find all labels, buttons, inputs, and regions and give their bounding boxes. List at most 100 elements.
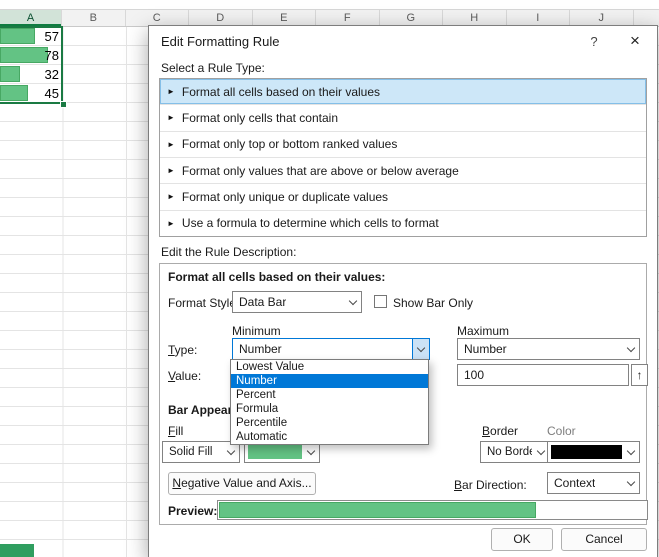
border-label: Border bbox=[482, 424, 519, 438]
rule-type-label: Format only cells that contain bbox=[181, 110, 338, 125]
dropdown-option-automatic[interactable]: Automatic bbox=[231, 430, 428, 444]
cell-a1[interactable]: 57 bbox=[0, 27, 62, 46]
border-style-combo[interactable]: No Border bbox=[480, 441, 550, 463]
chevron-down-icon bbox=[345, 292, 361, 312]
column-header-g[interactable]: G bbox=[380, 10, 443, 26]
border-color-label: Color bbox=[547, 424, 576, 438]
fill-style-combo[interactable]: Solid Fill bbox=[162, 441, 240, 463]
negative-value-axis-button[interactable]: Negative Value and Axis... bbox=[168, 472, 316, 495]
rule-item-arrow-icon: ► bbox=[167, 139, 175, 149]
type-label: Type: bbox=[168, 343, 198, 357]
rule-item-arrow-icon: ► bbox=[167, 192, 175, 202]
fill-style-value: Solid Fill bbox=[169, 446, 213, 458]
formula-bar-edge bbox=[0, 0, 659, 10]
fill-color-swatch bbox=[248, 445, 302, 459]
format-style-label: Format Style: bbox=[168, 296, 240, 310]
bar-direction-label: Bar Direction: bbox=[454, 478, 527, 492]
dropdown-option-formula[interactable]: Formula bbox=[231, 402, 428, 416]
edit-formatting-rule-dialog: Edit Formatting Rule ? × Select a Rule T… bbox=[148, 25, 658, 557]
column-header-d[interactable]: D bbox=[189, 10, 253, 26]
rule-item-arrow-icon: ► bbox=[167, 166, 175, 176]
help-icon[interactable]: ? bbox=[575, 34, 613, 49]
chevron-down-icon bbox=[303, 442, 319, 462]
fill-handle[interactable] bbox=[60, 101, 67, 108]
cell-value: 57 bbox=[44, 29, 59, 44]
fill-label: Fill bbox=[168, 424, 184, 438]
column-header-e[interactable]: E bbox=[253, 10, 316, 26]
bottom-left-green-fragment bbox=[0, 544, 34, 557]
dropdown-option-number-selected[interactable]: Number bbox=[231, 374, 428, 388]
column-header-c[interactable]: C bbox=[126, 10, 189, 26]
cell-value: 32 bbox=[44, 67, 59, 82]
data-bar bbox=[0, 85, 28, 101]
column-header-j[interactable]: J bbox=[570, 10, 634, 26]
rule-type-item[interactable]: ► Format only cells that contain bbox=[160, 105, 646, 132]
cancel-button[interactable]: Cancel bbox=[561, 528, 647, 551]
collapse-dialog-button[interactable]: ↑ bbox=[631, 364, 648, 386]
column-header-a[interactable]: A bbox=[0, 10, 62, 26]
data-bar bbox=[0, 28, 36, 44]
rule-type-item[interactable]: ► Use a formula to determine which cells… bbox=[160, 211, 646, 236]
column-header-i[interactable]: I bbox=[507, 10, 570, 26]
rule-type-label: Use a formula to determine which cells t… bbox=[181, 216, 439, 231]
maximum-type-value: Number bbox=[464, 342, 507, 356]
minimum-column-label: Minimum bbox=[232, 324, 281, 338]
show-bar-only-checkbox[interactable] bbox=[374, 295, 387, 308]
dropdown-option-percentile[interactable]: Percentile bbox=[231, 416, 428, 430]
select-rule-type-label: Select a Rule Type: bbox=[161, 61, 265, 75]
rule-type-label: Format only values that are above or bel… bbox=[181, 163, 459, 178]
rule-type-item-selected[interactable]: ► Format all cells based on their values bbox=[160, 79, 646, 106]
dropdown-option-percent[interactable]: Percent bbox=[231, 388, 428, 402]
bar-direction-combo[interactable]: Context bbox=[547, 472, 640, 494]
format-style-value: Data Bar bbox=[239, 295, 287, 309]
format-style-combo[interactable]: Data Bar bbox=[232, 291, 362, 313]
chevron-down-icon bbox=[623, 473, 639, 493]
description-heading: Format all cells based on their values: bbox=[168, 270, 386, 284]
rule-type-label: Format all cells based on their values bbox=[181, 84, 381, 99]
rule-type-item[interactable]: ► Format only top or bottom ranked value… bbox=[160, 132, 646, 158]
rule-type-label: Format only unique or duplicate values bbox=[181, 189, 389, 204]
cell-a2[interactable]: 78 bbox=[0, 46, 62, 65]
maximum-value-input[interactable]: 100 bbox=[457, 364, 629, 386]
dropdown-option-lowest-value[interactable]: Lowest Value bbox=[231, 360, 428, 374]
preview-data-bar bbox=[219, 502, 537, 518]
cell-a4[interactable]: 45 bbox=[0, 84, 62, 103]
data-bar bbox=[0, 66, 20, 82]
maximum-type-combo[interactable]: Number bbox=[457, 338, 640, 360]
cell-a3[interactable]: 32 bbox=[0, 65, 62, 84]
minimum-type-value: Number bbox=[239, 342, 282, 356]
dialog-titlebar[interactable]: Edit Formatting Rule ? × bbox=[149, 26, 657, 56]
excel-window: A B C D E F G H I J 57 78 32 45 Edit For… bbox=[0, 0, 659, 557]
value-label: Value: bbox=[168, 369, 202, 383]
border-color-swatch bbox=[551, 445, 622, 459]
cell-value: 78 bbox=[44, 48, 59, 63]
rule-item-arrow-icon: ► bbox=[167, 113, 175, 123]
column-header-f[interactable]: F bbox=[316, 10, 380, 26]
rule-type-item[interactable]: ► Format only unique or duplicate values bbox=[160, 184, 646, 211]
rule-item-arrow-icon: ► bbox=[167, 87, 175, 97]
preview-label: Preview: bbox=[168, 504, 218, 518]
border-style-value: No Border bbox=[487, 446, 532, 458]
minimum-type-combo[interactable]: Number bbox=[232, 338, 430, 360]
rule-type-item[interactable]: ► Format only values that are above or b… bbox=[160, 158, 646, 185]
type-dropdown-list: Lowest Value Number Percent Formula Perc… bbox=[230, 359, 429, 445]
column-header-h[interactable]: H bbox=[443, 10, 507, 26]
maximum-column-label: Maximum bbox=[457, 324, 510, 338]
cell-value: 45 bbox=[44, 86, 59, 101]
column-header-partial bbox=[634, 10, 659, 26]
rule-item-arrow-icon: ► bbox=[167, 218, 175, 228]
chevron-down-icon bbox=[223, 442, 239, 462]
preview-box bbox=[217, 500, 648, 520]
close-icon[interactable]: × bbox=[613, 31, 657, 51]
maximum-value: 100 bbox=[464, 368, 485, 382]
dialog-title: Edit Formatting Rule bbox=[161, 33, 280, 49]
edit-rule-description-label: Edit the Rule Description: bbox=[161, 245, 297, 259]
border-color-combo[interactable] bbox=[547, 441, 640, 463]
chevron-down-icon bbox=[623, 339, 639, 359]
data-bar bbox=[0, 47, 49, 63]
bar-direction-value: Context bbox=[554, 476, 596, 490]
chevron-down-icon bbox=[623, 442, 639, 462]
ok-button[interactable]: OK bbox=[491, 528, 553, 551]
column-header-b[interactable]: B bbox=[62, 10, 126, 26]
rule-type-label: Format only top or bottom ranked values bbox=[181, 137, 398, 152]
